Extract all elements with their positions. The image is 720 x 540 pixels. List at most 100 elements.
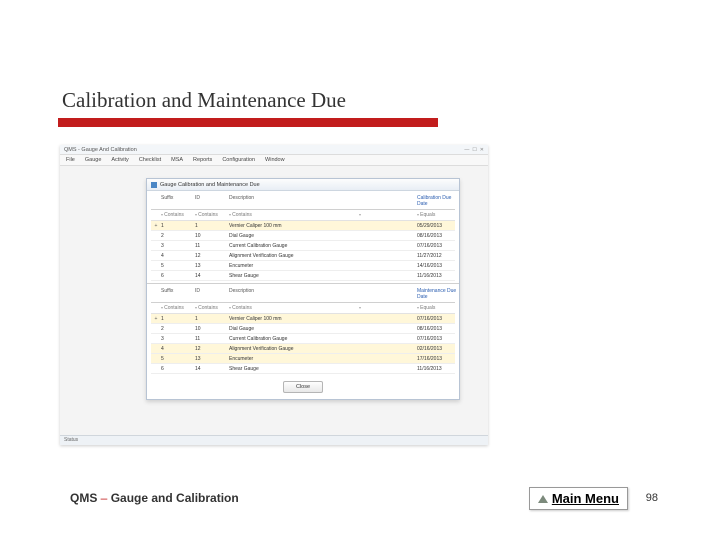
menu-item-checklist[interactable]: Checklist <box>139 157 161 163</box>
cell-date: 08/16/2013 <box>417 326 461 332</box>
footer-text: QMS – Gauge and Calibration <box>70 491 239 505</box>
table-row[interactable]: 614Shear Gauge11/16/2013 <box>151 364 455 374</box>
cell-date: 11/16/2013 <box>417 273 461 279</box>
filter-desc[interactable]: Contains <box>229 305 359 311</box>
statusbar: Status <box>60 435 488 445</box>
col-desc[interactable]: Description <box>229 288 359 300</box>
cell-date: 14/16/2013 <box>417 263 461 269</box>
cell-date: 17/16/2013 <box>417 356 461 362</box>
filter-suffix[interactable]: Contains <box>161 305 195 311</box>
col-date[interactable]: Calibration Due Date <box>417 195 461 207</box>
filter-row[interactable]: . Contains Contains Contains Equals <box>151 303 455 314</box>
table-row[interactable]: 614Shear Gauge11/16/2013 <box>151 271 455 281</box>
cell-desc: Encumeter <box>229 263 359 269</box>
cell-desc: Encumeter <box>229 356 359 362</box>
cell-desc: Dial Gauge <box>229 326 359 332</box>
cell-date: 08/16/2013 <box>417 233 461 239</box>
page-number: 98 <box>646 492 658 504</box>
grid-header: Suffix ID Description Maintenance Due Da… <box>151 286 455 303</box>
col-id[interactable]: ID <box>195 195 229 207</box>
titlebar: QMS - Gauge And Calibration — ☐ ✕ <box>60 145 488 155</box>
cell-date: 11/27/2012 <box>417 253 461 259</box>
child-window: Gauge Calibration and Maintenance Due Su… <box>146 178 460 400</box>
menu-item-window[interactable]: Window <box>265 157 285 163</box>
cell-suffix: 4 <box>161 346 195 352</box>
close-icon[interactable]: ✕ <box>480 147 484 153</box>
slide-title: Calibration and Maintenance Due <box>62 88 346 113</box>
table-row[interactable]: +11Vernier Caliper 100 mm05/29/2013 <box>151 221 455 231</box>
cell-date: 07/16/2013 <box>417 316 461 322</box>
cell-id: 14 <box>195 273 229 279</box>
table-row[interactable]: 513Encumeter17/16/2013 <box>151 354 455 364</box>
button-row: Close <box>147 376 459 399</box>
maximize-icon[interactable]: ☐ <box>472 147 476 153</box>
cell-suffix: 2 <box>161 233 195 239</box>
filter-suffix[interactable]: Contains <box>161 212 195 218</box>
col-suffix[interactable]: Suffix <box>161 195 195 207</box>
cell-id: 11 <box>195 243 229 249</box>
table-row[interactable]: 412Alignment Verification Gauge02/16/201… <box>151 344 455 354</box>
menu-item-file[interactable]: File <box>66 157 75 163</box>
cell-suffix: 1 <box>161 316 195 322</box>
cell-desc: Shear Gauge <box>229 366 359 372</box>
cell-desc: Current Calibration Gauge <box>229 243 359 249</box>
window-title: QMS - Gauge And Calibration <box>64 147 137 153</box>
cell-date: 07/16/2013 <box>417 243 461 249</box>
cell-id: 1 <box>195 223 229 229</box>
filter-row[interactable]: . Contains Contains Contains Equals <box>151 210 455 221</box>
cell-desc: Current Calibration Gauge <box>229 336 359 342</box>
table-row[interactable]: 311Current Calibration Gauge07/16/2013 <box>151 334 455 344</box>
filter-desc[interactable]: Contains <box>229 212 359 218</box>
table-row[interactable]: 412Alignment Verification Gauge11/27/201… <box>151 251 455 261</box>
minimize-icon[interactable]: — <box>464 147 469 153</box>
cell-desc: Dial Gauge <box>229 233 359 239</box>
menu-item-reports[interactable]: Reports <box>193 157 212 163</box>
filter-date[interactable]: Equals <box>417 212 461 218</box>
app-window: QMS - Gauge And Calibration — ☐ ✕ File G… <box>60 145 488 445</box>
accent-bar <box>58 118 438 127</box>
footer-prefix: QMS <box>70 491 97 505</box>
filter-id[interactable]: Contains <box>195 212 229 218</box>
menu-item-activity[interactable]: Activity <box>111 157 128 163</box>
cell-suffix: 4 <box>161 253 195 259</box>
main-menu-label: Main Menu <box>552 491 619 506</box>
mdi-area: Gauge Calibration and Maintenance Due Su… <box>60 166 488 436</box>
cell-suffix: 6 <box>161 366 195 372</box>
cell-desc: Vernier Caliper 100 mm <box>229 223 359 229</box>
table-row[interactable]: 311Current Calibration Gauge07/16/2013 <box>151 241 455 251</box>
status-text: Status <box>64 437 78 443</box>
child-titlebar: Gauge Calibration and Maintenance Due <box>147 179 459 191</box>
filter-id[interactable]: Contains <box>195 305 229 311</box>
expand-icon[interactable]: + <box>151 316 161 322</box>
cell-date: 11/16/2013 <box>417 366 461 372</box>
menu-item-configuration[interactable]: Configuration <box>222 157 255 163</box>
expand-icon[interactable]: + <box>151 223 161 229</box>
cell-suffix: 5 <box>161 356 195 362</box>
col-date[interactable]: Maintenance Due Date <box>417 288 461 300</box>
maintenance-grid: Suffix ID Description Maintenance Due Da… <box>147 283 459 376</box>
cell-desc: Alignment Verification Gauge <box>229 346 359 352</box>
cell-date: 05/29/2013 <box>417 223 461 229</box>
cell-desc: Vernier Caliper 100 mm <box>229 316 359 322</box>
calibration-grid: Suffix ID Description Calibration Due Da… <box>147 191 459 283</box>
table-row[interactable]: 513Encumeter14/16/2013 <box>151 261 455 271</box>
menu-item-gauge[interactable]: Gauge <box>85 157 102 163</box>
table-row[interactable]: 210Dial Gauge08/16/2013 <box>151 324 455 334</box>
filter-date[interactable]: Equals <box>417 305 461 311</box>
cell-id: 11 <box>195 336 229 342</box>
cell-id: 1 <box>195 316 229 322</box>
cell-id: 10 <box>195 233 229 239</box>
col-desc[interactable]: Description <box>229 195 359 207</box>
window-controls: — ☐ ✕ <box>464 147 484 153</box>
cell-id: 13 <box>195 356 229 362</box>
col-id[interactable]: ID <box>195 288 229 300</box>
menu-item-msa[interactable]: MSA <box>171 157 183 163</box>
main-menu-button[interactable]: Main Menu <box>529 487 628 510</box>
table-row[interactable]: +11Vernier Caliper 100 mm07/16/2013 <box>151 314 455 324</box>
up-arrow-icon <box>538 495 548 503</box>
cell-suffix: 3 <box>161 336 195 342</box>
table-row[interactable]: 210Dial Gauge08/16/2013 <box>151 231 455 241</box>
cell-id: 13 <box>195 263 229 269</box>
col-suffix[interactable]: Suffix <box>161 288 195 300</box>
close-button[interactable]: Close <box>283 381 323 393</box>
